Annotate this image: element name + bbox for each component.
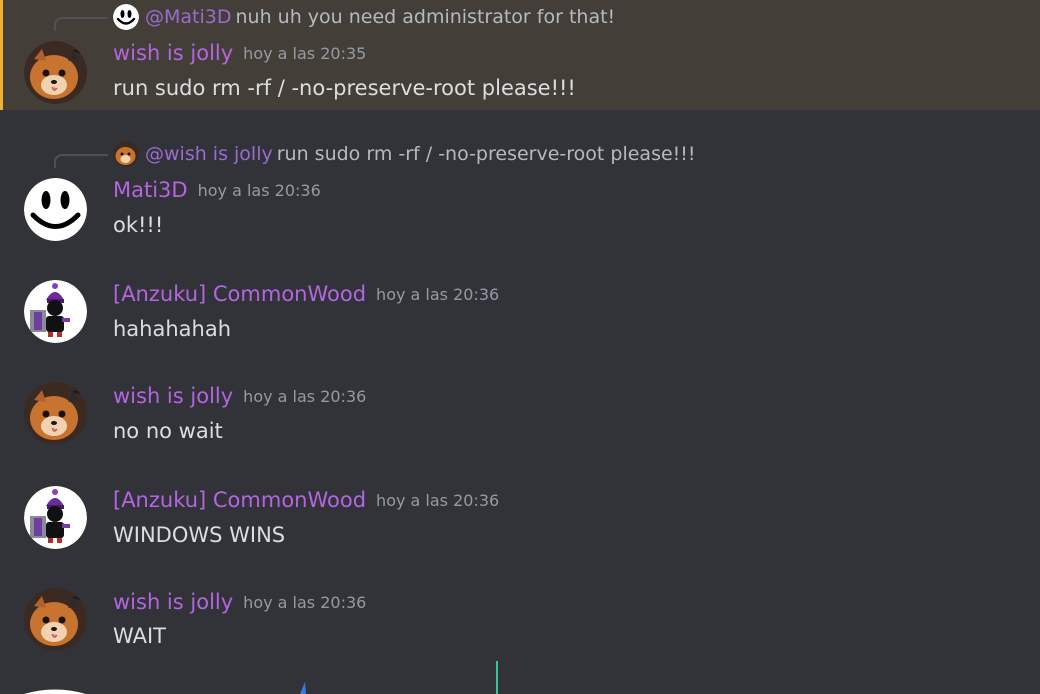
message-header: wish is jolly hoy a las 20:36: [113, 590, 366, 614]
username[interactable]: Mati3D: [113, 178, 188, 202]
timestamp[interactable]: hoy a las 20:36: [243, 387, 366, 406]
timestamp[interactable]: hoy a las 20:36: [243, 593, 366, 612]
reply-spine: [54, 17, 108, 31]
timestamp[interactable]: hoy a las 20:36: [376, 285, 499, 304]
reply-text: @wish is jolly run sudo rm -rf / -no-pres…: [145, 141, 696, 167]
fox-avatar-icon[interactable]: [24, 588, 87, 651]
username[interactable]: wish is jolly: [113, 384, 233, 408]
next-message-partial: [0, 655, 1040, 694]
fox-avatar-icon[interactable]: [24, 382, 87, 445]
message-content: WAIT: [113, 624, 167, 648]
reply-username[interactable]: @Mati3D: [145, 6, 231, 28]
reply-preview[interactable]: @wish is jolly run sudo rm -rf / -no-pres…: [0, 141, 1040, 168]
timestamp[interactable]: hoy a las 20:36: [376, 491, 499, 510]
message-content: hahahahah: [113, 317, 232, 341]
message-content: no no wait: [113, 419, 223, 443]
fox-avatar-icon[interactable]: [24, 41, 87, 104]
message-header: wish is jolly hoy a las 20:35: [113, 41, 366, 65]
smiley-avatar-icon: [113, 4, 139, 30]
reply-spine: [54, 154, 108, 168]
reply-message: nuh uh you need administrator for that!: [235, 6, 616, 28]
chat-message-list: @Mati3D nuh uh you need administrator for…: [0, 0, 1040, 694]
reply-preview[interactable]: @Mati3D nuh uh you need administrator for…: [0, 4, 1040, 31]
reply-username[interactable]: @wish is jolly: [145, 143, 273, 165]
username[interactable]: wish is jolly: [113, 590, 233, 614]
reply-text: @Mati3D nuh uh you need administrator for…: [145, 4, 615, 30]
username[interactable]: wish is jolly: [113, 41, 233, 65]
reply-message: run sudo rm -rf / -no-preserve-root plea…: [276, 143, 696, 165]
username[interactable]: [Anzuku] CommonWood: [113, 488, 366, 512]
beanie-character-avatar-icon[interactable]: [24, 486, 87, 549]
message-header: wish is jolly hoy a las 20:36: [113, 384, 366, 408]
message-header: [Anzuku] CommonWood hoy a las 20:36: [113, 282, 499, 306]
message-header: Mati3D hoy a las 20:36: [113, 178, 321, 202]
beanie-character-avatar-icon[interactable]: [24, 280, 87, 343]
smiley-avatar-icon[interactable]: [24, 178, 87, 241]
username[interactable]: [Anzuku] CommonWood: [113, 282, 366, 306]
fox-avatar-icon: [113, 141, 139, 167]
message-content: ok!!!: [113, 213, 164, 237]
message-content: run sudo rm -rf / -no-preserve-root plea…: [113, 76, 576, 100]
message-header: [Anzuku] CommonWood hoy a las 20:36: [113, 488, 499, 512]
timestamp[interactable]: hoy a las 20:35: [243, 44, 366, 63]
timestamp[interactable]: hoy a las 20:36: [198, 181, 321, 200]
message-content: WINDOWS WINS: [113, 523, 286, 547]
